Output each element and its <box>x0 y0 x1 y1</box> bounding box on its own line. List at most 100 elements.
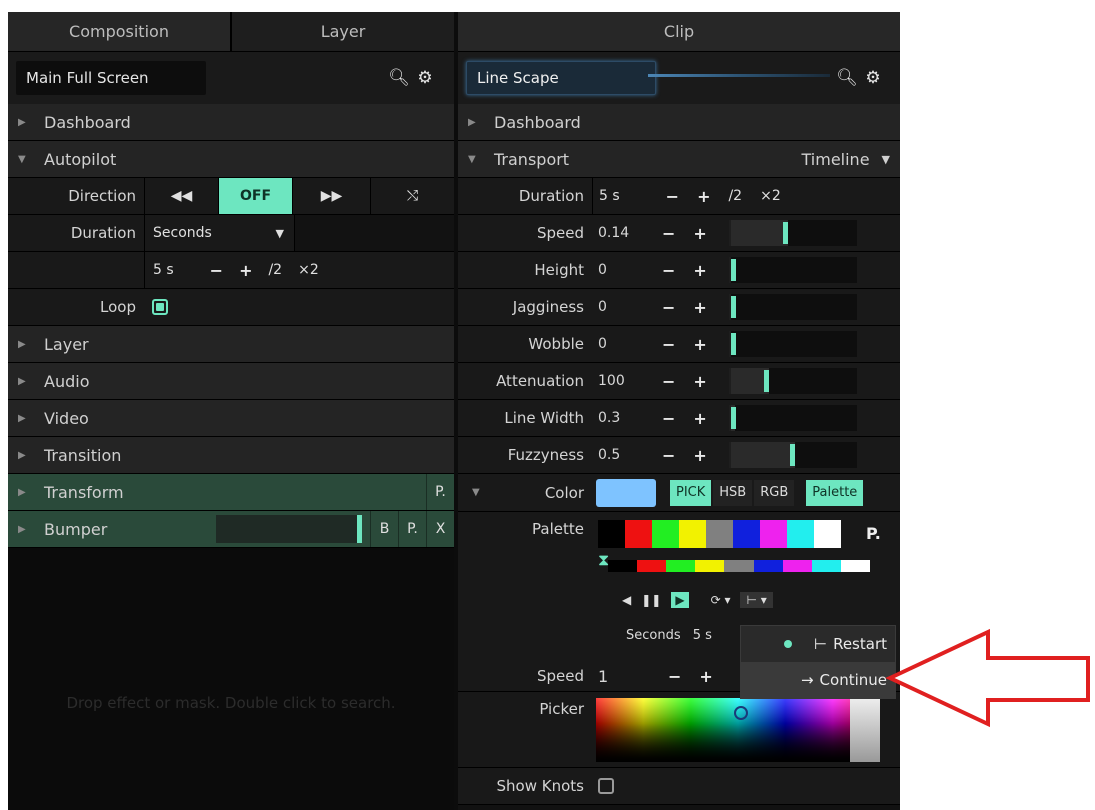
search-icon[interactable]: 🔍︎ <box>834 68 860 88</box>
double-button[interactable]: ×2 <box>298 262 319 278</box>
param-value[interactable]: 0 <box>592 299 662 315</box>
param-value[interactable]: 0 <box>592 262 662 278</box>
slider-knob[interactable] <box>730 333 736 355</box>
param-value[interactable]: 0.5 <box>592 447 662 463</box>
param-value[interactable]: 0.14 <box>592 225 662 241</box>
tab-composition[interactable]: Composition <box>8 12 232 51</box>
palette-presets-button[interactable]: P. <box>866 524 881 543</box>
direction-off-button[interactable]: OFF <box>218 178 292 214</box>
menu-item-continue[interactable]: → Continue <box>741 662 895 698</box>
section-dashboard[interactable]: ▶ Dashboard <box>458 104 900 141</box>
step-back-icon[interactable]: ◀ <box>622 593 631 607</box>
gear-icon[interactable]: ⚙︎ <box>860 68 886 88</box>
palette-swatch[interactable] <box>787 520 814 548</box>
param-slider[interactable] <box>728 442 857 468</box>
palette-swatch[interactable] <box>679 520 706 548</box>
composition-name-field[interactable]: Main Full Screen <box>16 60 206 95</box>
section-transport[interactable]: ▼ Transport Timeline ▼ <box>458 141 900 178</box>
fast-forward-button[interactable]: ▶▶ <box>292 178 370 214</box>
menu-item-restart[interactable]: ⊢ Restart <box>741 626 895 662</box>
minus-button[interactable]: − <box>662 446 675 465</box>
slider-knob[interactable] <box>783 222 789 244</box>
plus-button[interactable]: + <box>693 409 706 428</box>
slider-knob[interactable] <box>730 296 736 318</box>
slider-knob[interactable] <box>730 407 736 429</box>
section-autopilot[interactable]: ▼ Autopilot <box>8 141 454 178</box>
seconds-value[interactable]: 5 s <box>693 628 712 643</box>
tab-layer[interactable]: Layer <box>232 12 454 51</box>
plus-button[interactable]: + <box>693 298 706 317</box>
shuffle-icon[interactable]: ⤭ <box>370 178 454 214</box>
minus-button[interactable]: − <box>662 298 675 317</box>
minus-button[interactable]: − <box>662 261 675 280</box>
palette-swatch[interactable] <box>625 520 652 548</box>
palette-swatch[interactable] <box>760 520 787 548</box>
slider-knob[interactable] <box>764 370 770 392</box>
bumper-presets-button[interactable]: P. <box>398 511 426 547</box>
speed-value[interactable]: 1 <box>598 667 668 686</box>
param-slider[interactable] <box>728 220 857 246</box>
section-dashboard[interactable]: ▶ Dashboard <box>8 104 454 141</box>
slider-knob[interactable] <box>730 259 736 281</box>
plus-button[interactable]: + <box>699 667 712 686</box>
minus-button[interactable]: − <box>662 224 675 243</box>
picker-cursor[interactable] <box>734 706 748 720</box>
palette-swatch[interactable] <box>706 520 733 548</box>
effect-drop-area[interactable] <box>8 550 454 810</box>
plus-button[interactable]: + <box>693 446 706 465</box>
pause-icon[interactable]: ❚❚ <box>641 593 661 607</box>
plus-button[interactable]: + <box>693 261 706 280</box>
duration-unit-select[interactable]: Seconds ▼ <box>144 215 294 251</box>
palette-swatch[interactable] <box>598 520 625 548</box>
bumper-b-button[interactable]: B <box>370 511 398 547</box>
gradient-handle-icon[interactable]: ⧗ <box>598 550 609 570</box>
section-transform[interactable]: ▶ Transform P. <box>8 474 454 511</box>
param-slider[interactable] <box>728 368 857 394</box>
plus-button[interactable]: + <box>697 187 710 206</box>
color-picker-area[interactable] <box>596 698 880 762</box>
palette-swatch[interactable] <box>733 520 760 548</box>
double-button[interactable]: ×2 <box>760 188 781 204</box>
duration-stepper[interactable]: 5 s − + /2 ×2 <box>592 178 900 214</box>
section-layer[interactable]: ▶ Layer <box>8 326 454 363</box>
transport-mode-select[interactable]: Timeline <box>802 150 870 169</box>
bumper-remove-button[interactable]: X <box>426 511 454 547</box>
rewind-button[interactable]: ◀◀ <box>144 178 218 214</box>
minus-button[interactable]: − <box>662 372 675 391</box>
param-slider[interactable] <box>728 294 857 320</box>
bumper-slider[interactable] <box>216 515 362 543</box>
param-value[interactable]: 0.3 <box>592 410 662 426</box>
gear-icon[interactable]: ⚙︎ <box>412 68 438 88</box>
param-value[interactable]: 0 <box>592 336 662 352</box>
plus-button[interactable]: + <box>693 372 706 391</box>
tab-clip[interactable]: Clip <box>458 12 900 51</box>
hsb-mode-button[interactable]: HSB <box>713 479 753 506</box>
restart-mode-button[interactable]: ⊢ ▾ <box>740 592 773 608</box>
play-icon[interactable]: ▶ <box>671 592 689 608</box>
slider-knob[interactable] <box>357 515 362 543</box>
section-bumper[interactable]: ▶ Bumper B P. X <box>8 511 454 548</box>
clip-name-field[interactable]: Line Scape <box>466 60 656 95</box>
halve-button[interactable]: /2 <box>268 262 282 278</box>
loop-checkbox[interactable] <box>152 299 168 315</box>
pick-mode-button[interactable]: PICK <box>670 479 712 506</box>
minus-button[interactable]: − <box>666 187 679 206</box>
minus-button[interactable]: − <box>662 335 675 354</box>
plus-button[interactable]: + <box>239 261 252 280</box>
minus-button[interactable]: − <box>662 409 675 428</box>
loop-mode-icon[interactable]: ⟳ ▾ <box>711 593 731 607</box>
rgb-mode-button[interactable]: RGB <box>754 479 795 506</box>
show-knots-checkbox[interactable] <box>598 778 614 794</box>
search-icon[interactable]: 🔍︎ <box>386 68 412 88</box>
palette-mode-button[interactable]: Palette <box>806 479 864 506</box>
duration-stepper[interactable]: 5 s − + /2 ×2 <box>144 252 454 288</box>
transform-presets-button[interactable]: P. <box>426 474 454 510</box>
palette-swatch[interactable] <box>652 520 679 548</box>
minus-button[interactable]: − <box>668 667 681 686</box>
palette-gradient-bar[interactable] <box>608 560 870 572</box>
section-audio[interactable]: ▶ Audio <box>8 363 454 400</box>
param-value[interactable]: 100 <box>592 373 662 389</box>
section-transition[interactable]: ▶ Transition <box>8 437 454 474</box>
palette-swatch[interactable] <box>814 520 841 548</box>
minus-button[interactable]: − <box>210 261 223 280</box>
